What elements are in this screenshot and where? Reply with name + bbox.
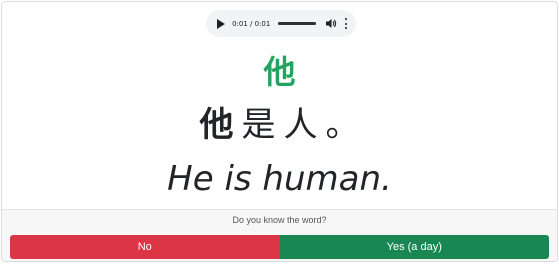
sentence-token: 他 bbox=[199, 105, 234, 145]
audio-progress-fill bbox=[278, 22, 317, 25]
audio-time: 0:01 / 0:01 bbox=[232, 19, 271, 28]
example-sentence: 他是人。 bbox=[2, 102, 557, 148]
know-word-question: Do you know the word? bbox=[232, 215, 327, 225]
audio-progress-slider[interactable] bbox=[278, 22, 317, 25]
answer-buttons: No Yes (a day) bbox=[10, 235, 549, 259]
more-vertical-icon[interactable] bbox=[344, 18, 348, 29]
play-icon[interactable] bbox=[217, 18, 226, 29]
sentence-translation: He is human. bbox=[167, 159, 392, 199]
sentence-token: 人 bbox=[283, 105, 318, 145]
sentence-token: 。 bbox=[325, 105, 360, 145]
yes-a-day-button[interactable]: Yes (a day) bbox=[279, 235, 549, 259]
sentence-token: 是 bbox=[241, 105, 276, 145]
audio-player[interactable]: 0:01 / 0:01 bbox=[206, 10, 356, 37]
no-button[interactable]: No bbox=[10, 235, 280, 259]
flashcard: 0:01 / 0:01 他 他是人。 He is human. Do you k… bbox=[1, 1, 558, 262]
answer-footer: Do you know the word? No Yes (a day) bbox=[2, 209, 557, 261]
target-word: 他 bbox=[263, 53, 296, 91]
volume-icon[interactable] bbox=[326, 18, 337, 29]
